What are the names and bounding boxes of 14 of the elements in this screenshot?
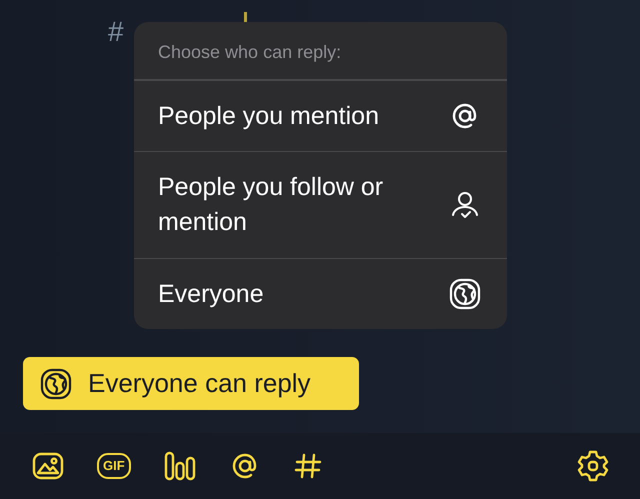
globe-icon (40, 368, 72, 400)
person-check-icon (449, 189, 481, 221)
gif-button[interactable]: GIF (97, 453, 131, 479)
menu-option[interactable]: People you follow or mention (134, 151, 507, 258)
menu-option[interactable]: Everyone (134, 258, 507, 329)
hashtag-text: # (108, 15, 124, 49)
hashtag-icon[interactable] (294, 452, 322, 480)
settings-icon[interactable] (576, 449, 610, 483)
poll-icon[interactable] (164, 451, 196, 481)
image-icon[interactable] (32, 452, 64, 480)
menu-option[interactable]: People you mention (134, 80, 507, 151)
reply-setting-button[interactable]: Everyone can reply (23, 357, 359, 410)
globe-icon (449, 278, 481, 310)
menu-title: Choose who can reply: (134, 22, 507, 80)
